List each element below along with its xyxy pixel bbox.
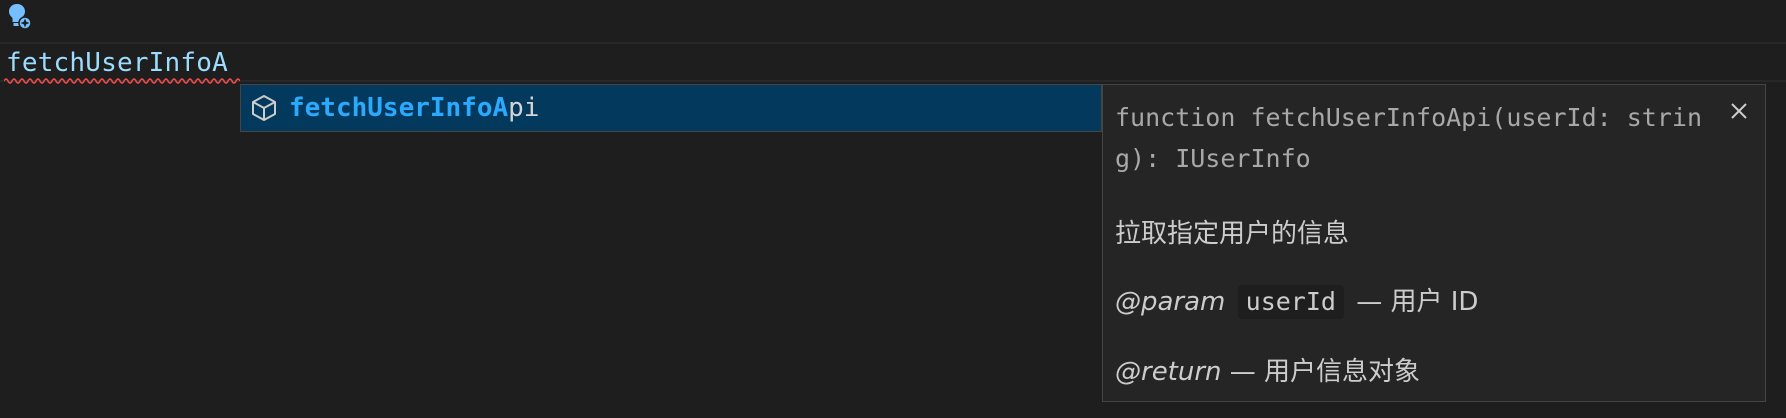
suggest-rest-text: pi — [508, 93, 540, 123]
suggest-item-selected[interactable]: fetchUserInfoApi — [241, 85, 1101, 131]
error-squiggle — [4, 78, 240, 84]
suggest-details-panel: function fetchUserInfoApi(userId: string… — [1102, 84, 1766, 402]
close-icon[interactable] — [1727, 99, 1751, 123]
param-tag: @param — [1115, 287, 1226, 317]
param-doc-line: @param userId — 用户 ID — [1115, 281, 1478, 319]
lightbulb-autofix-icon[interactable] — [6, 2, 36, 32]
current-line-highlight — [0, 42, 1786, 82]
return-tag: @return — [1115, 357, 1222, 387]
code-editor[interactable]: fetchUserInfoA fetchUserInfoApi function… — [0, 0, 1786, 418]
function-signature: function fetchUserInfoApi(userId: string… — [1115, 103, 1702, 173]
param-name: userId — [1237, 285, 1344, 319]
param-description: — 用户 ID — [1347, 287, 1479, 317]
function-description: 拉取指定用户的信息 — [1115, 219, 1350, 249]
return-description: — 用户信息对象 — [1221, 357, 1421, 387]
module-cube-icon — [249, 93, 279, 123]
return-doc-line: @return — 用户信息对象 — [1115, 351, 1420, 388]
suggest-match-text: fetchUserInfoA — [289, 93, 509, 123]
suggest-widget[interactable]: fetchUserInfoApi — [240, 84, 1102, 132]
code-line-text[interactable]: fetchUserInfoA — [6, 46, 228, 80]
suggest-item-label: fetchUserInfoApi — [289, 93, 539, 123]
